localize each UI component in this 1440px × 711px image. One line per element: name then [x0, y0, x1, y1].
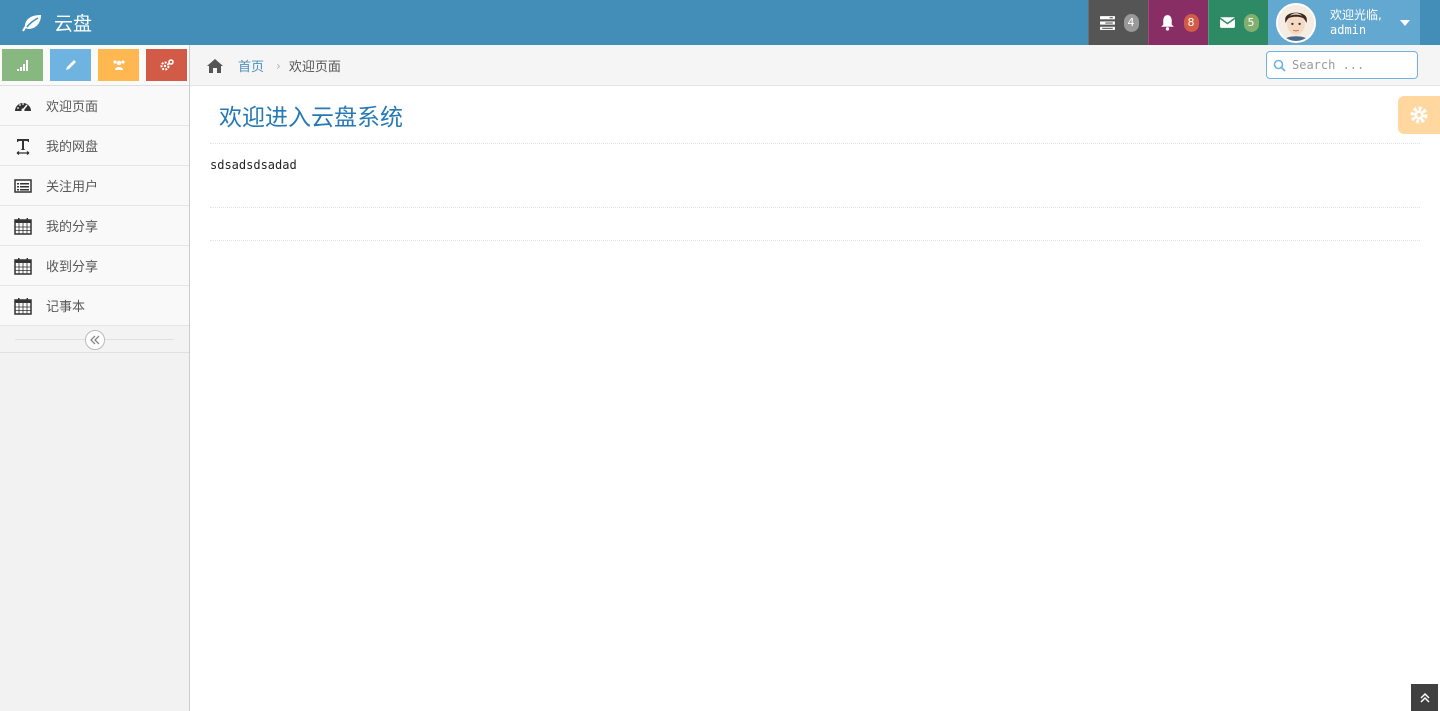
caret-down-icon	[1399, 19, 1410, 26]
breadcrumb: 首页 › 欢迎页面	[206, 45, 341, 86]
scroll-to-top-button[interactable]	[1411, 684, 1438, 711]
main-content: 首页 › 欢迎页面 欢迎进入云盘系统 sdsadsdsadad	[190, 45, 1440, 711]
chevron-right-icon: ›	[276, 58, 281, 73]
sidebar-shortcuts	[0, 45, 189, 86]
home-icon[interactable]	[206, 58, 224, 74]
brand[interactable]: 云盘	[20, 0, 92, 45]
ace-settings-button[interactable]	[1398, 96, 1440, 134]
breadcrumbs-bar: 首页 › 欢迎页面	[190, 45, 1440, 86]
tasks-badge: 4	[1123, 13, 1139, 32]
tasks-icon	[1099, 16, 1115, 30]
gear-icon	[1410, 106, 1428, 124]
user-info: 欢迎光临, admin	[1330, 8, 1382, 38]
brand-title: 云盘	[54, 13, 93, 35]
calendar-icon	[14, 217, 32, 235]
bell-icon	[1160, 15, 1174, 31]
user-menu[interactable]: 欢迎光临, admin	[1268, 0, 1420, 45]
page-content-text: sdsadsdsadad	[210, 158, 297, 172]
messages-badge: 5	[1243, 13, 1259, 32]
search-input[interactable]	[1292, 58, 1412, 72]
search-icon	[1273, 59, 1286, 72]
sidebar-item-notepad[interactable]: 记事本	[0, 286, 189, 326]
page-header: 欢迎进入云盘系统	[210, 86, 1420, 144]
signal-icon	[16, 60, 28, 71]
pencil-icon	[65, 60, 76, 70]
sidebar-item-label: 记事本	[46, 300, 86, 315]
envelope-icon	[1219, 17, 1235, 28]
text-width-icon	[16, 138, 30, 155]
shortcut-cogs-button[interactable]	[146, 49, 187, 81]
calendar-icon	[14, 257, 32, 275]
sidebar-item-label: 欢迎页面	[46, 100, 99, 115]
user-welcome: 欢迎光临,	[1330, 7, 1382, 22]
notifications-button[interactable]: 8	[1148, 0, 1208, 45]
divider	[210, 207, 1420, 208]
double-angle-left-icon	[90, 335, 100, 345]
list-alt-icon	[14, 178, 32, 193]
double-angle-up-icon	[1419, 692, 1430, 703]
tasks-button[interactable]: 4	[1088, 0, 1148, 45]
sidebar-item-label: 我的分享	[46, 220, 99, 235]
divider	[210, 240, 1420, 241]
leaf-icon	[22, 14, 41, 31]
shortcut-signal-button[interactable]	[2, 49, 43, 81]
sidebar-item-label: 收到分享	[46, 260, 99, 275]
sidebar-menu: 欢迎页面 我的网盘 关注用户 我的分享 收到分享 记事本	[0, 86, 189, 326]
page-title: 欢迎进入云盘系统	[219, 105, 403, 131]
sidebar-item-my-shares[interactable]: 我的分享	[0, 206, 189, 246]
cogs-icon	[160, 59, 174, 71]
group-icon	[112, 60, 125, 70]
navbar-actions: 4 8 5 欢迎光临, admin	[1088, 0, 1420, 45]
sidebar-item-followed-users[interactable]: 关注用户	[0, 166, 189, 206]
sidebar-item-received-shares[interactable]: 收到分享	[0, 246, 189, 286]
sidebar-item-my-disk[interactable]: 我的网盘	[0, 126, 189, 166]
sidebar-item-label: 关注用户	[46, 180, 99, 195]
breadcrumb-current: 欢迎页面	[288, 60, 341, 75]
navbar: 云盘 4 8 5 欢迎光临, admin	[0, 0, 1440, 45]
breadcrumb-home-link[interactable]: 首页	[238, 56, 264, 75]
messages-button[interactable]: 5	[1208, 0, 1268, 45]
sidebar-collapse-button[interactable]	[85, 330, 105, 350]
notifications-badge: 8	[1183, 13, 1199, 32]
shortcut-group-button[interactable]	[98, 49, 139, 81]
dashboard-icon	[15, 102, 31, 111]
user-name: admin	[1330, 22, 1367, 37]
shortcut-pencil-button[interactable]	[50, 49, 91, 81]
search-box[interactable]	[1266, 51, 1418, 79]
calendar-icon	[14, 297, 32, 315]
sidebar: 欢迎页面 我的网盘 关注用户 我的分享 收到分享 记事本	[0, 45, 190, 711]
sidebar-collapse-bar	[0, 326, 189, 353]
sidebar-item-welcome[interactable]: 欢迎页面	[0, 86, 189, 126]
avatar	[1276, 2, 1316, 43]
sidebar-item-label: 我的网盘	[46, 140, 99, 155]
